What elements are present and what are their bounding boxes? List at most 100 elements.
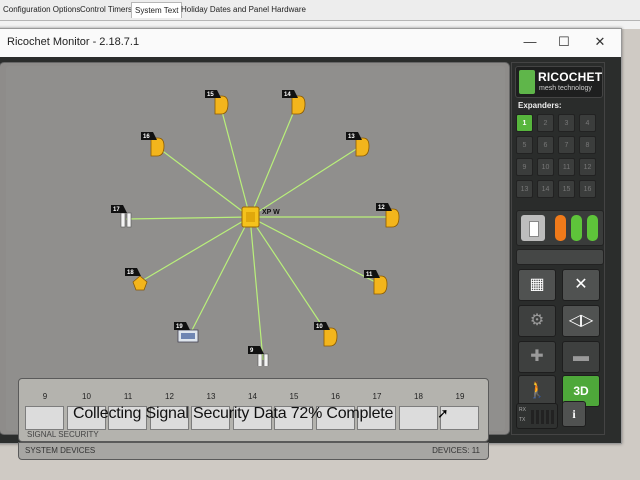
slot-number-16: 16: [331, 392, 340, 401]
meter-bar: [551, 410, 554, 424]
slot-number-11: 11: [123, 392, 133, 401]
sounder-icon: [132, 275, 148, 291]
meter-bar: [531, 410, 534, 424]
device-node-17[interactable]: 17: [111, 205, 132, 228]
signal-security-panel: 9 10 11 12 13 14 15 16 17 18 19 Collecting Signal …: [18, 378, 489, 442]
tab-control-timers[interactable]: Control Timers: [80, 5, 132, 14]
slot-number-18: 18: [414, 392, 423, 401]
device-id-label: 12: [378, 205, 385, 211]
detector-icon: [291, 95, 306, 115]
network-map: 15 14 16 13 17 12 18 11 19 10 9 XP W 9 10 11 12 13 14 15…: [6, 66, 505, 460]
device-node-11[interactable]: 11: [364, 270, 388, 295]
rx-label: RX: [519, 407, 526, 413]
detector-icon: [323, 327, 338, 347]
slot-number-13: 13: [206, 392, 216, 401]
settings-button[interactable]: ⚙: [518, 305, 556, 337]
expander-button-13[interactable]: 13: [516, 180, 533, 198]
expander-button-15[interactable]: 15: [558, 180, 575, 198]
expander-button-16[interactable]: 16: [579, 180, 596, 198]
expander-button-3[interactable]: 3: [558, 114, 575, 132]
zoom-out-button[interactable]: ▬: [562, 341, 600, 373]
expander-button-9[interactable]: 9: [516, 158, 533, 176]
signal-security-cell: [398, 406, 438, 430]
zoom-in-icon: ✚: [530, 348, 544, 365]
zoom-in-button[interactable]: ✚: [518, 341, 556, 373]
control-panel-face: [246, 212, 255, 222]
device-node-12[interactable]: 12: [376, 203, 400, 228]
device-icon: [529, 221, 539, 237]
device-nodes: 15 14 16 13 17 12 18 11 19 10 9: [111, 90, 400, 366]
device-id-label: 17: [113, 207, 120, 213]
expander-button-12[interactable]: 12: [579, 158, 596, 176]
meter-bar: [536, 410, 539, 424]
status-indicator-green-1: [571, 215, 582, 241]
info-button[interactable]: i: [562, 401, 586, 427]
device-node-13[interactable]: 13: [346, 132, 370, 157]
maximize-button[interactable]: ☐: [555, 34, 573, 50]
device-id-label: 11: [366, 272, 373, 278]
device-node-18[interactable]: 18: [125, 268, 148, 291]
expander-button-5[interactable]: 5: [516, 136, 533, 154]
device-node-16[interactable]: 16: [141, 132, 165, 157]
mesh-link: [249, 103, 298, 218]
ricochet-logo: RICOCHET mesh technology: [515, 66, 603, 98]
device-button[interactable]: [521, 215, 545, 241]
device-id-label: 18: [127, 270, 134, 276]
playback-button[interactable]: ◁▷: [562, 305, 600, 337]
expander-button-7[interactable]: 7: [558, 136, 575, 154]
expander-button-8[interactable]: 8: [579, 136, 596, 154]
device-id-label: 16: [143, 134, 150, 140]
zoom-out-icon: ▬: [573, 348, 589, 365]
expanders-label: Expanders:: [518, 101, 562, 110]
mesh-link: [249, 145, 362, 218]
detector-icon: [214, 95, 229, 115]
device-id-label: 13: [348, 134, 355, 140]
expander-button-14[interactable]: 14: [537, 180, 554, 198]
expander-button-4[interactable]: 4: [579, 114, 596, 132]
walk-test-icon: 🚶: [527, 382, 547, 399]
expander-button-11[interactable]: 11: [558, 158, 575, 176]
grid-view-icon: ▦: [529, 276, 545, 293]
device-node-14[interactable]: 14: [282, 90, 306, 115]
tab-holiday-dates[interactable]: Holiday Dates and Panel Hardware: [181, 5, 306, 14]
mesh-link: [219, 103, 251, 218]
minimize-button[interactable]: —: [521, 34, 539, 50]
control-panel-sidebar: RICOCHET mesh technology Expanders: 1234…: [511, 62, 605, 435]
title-bar[interactable]: Ricochet Monitor - 2.18.7.1 — ☐ ✕: [0, 29, 621, 57]
device-node-9[interactable]: 9: [248, 346, 269, 366]
network-view-button[interactable]: ✕: [562, 269, 600, 301]
parent-tab-strip: Configuration Options Control Timers Sys…: [0, 0, 640, 21]
status-indicator-orange: [555, 215, 566, 241]
signal-meter: RX TX: [516, 403, 558, 429]
network-map-frame: 15 14 16 13 17 12 18 11 19 10 9 XP W 9 10 11 12 13 14 15…: [0, 62, 510, 460]
signal-security-label: SIGNAL SECURITY: [27, 430, 99, 439]
logo-subtitle: mesh technology: [539, 85, 592, 92]
device-status-box: [516, 210, 604, 246]
device-node-15[interactable]: 15: [205, 90, 229, 115]
close-button[interactable]: ✕: [591, 34, 609, 50]
grid-view-button[interactable]: ▦: [518, 269, 556, 301]
expander-button-10[interactable]: 10: [537, 158, 554, 176]
mouse-pointer-icon: ➚: [437, 405, 449, 421]
mesh-link: [249, 216, 380, 285]
expander-button-2[interactable]: 2: [537, 114, 554, 132]
slot-number-17: 17: [372, 392, 382, 401]
info-icon: i: [572, 407, 576, 421]
detector-icon: [355, 137, 370, 157]
expander-button-6[interactable]: 6: [537, 136, 554, 154]
tab-system-text[interactable]: System Text: [131, 2, 183, 18]
slot-number-15: 15: [289, 392, 299, 401]
tab-configuration-options[interactable]: Configuration Options: [3, 5, 80, 14]
device-id-label: 14: [284, 92, 291, 98]
device-id-label: 19: [176, 324, 183, 330]
ricochet-logo-icon: [519, 70, 535, 94]
ricochet-monitor-window: Ricochet Monitor - 2.18.7.1 — ☐ ✕ 15 14 16…: [0, 28, 622, 460]
expander-button-1[interactable]: 1: [516, 114, 533, 132]
mesh-links: [125, 103, 391, 361]
mesh-link: [249, 216, 330, 337]
signal-security-cell: [25, 406, 64, 430]
mesh-link: [249, 216, 264, 361]
signal-strip: [516, 249, 604, 265]
device-node-10[interactable]: 10: [314, 322, 338, 347]
system-devices-bar: SYSTEM DEVICES DEVICES: 11: [18, 442, 489, 460]
